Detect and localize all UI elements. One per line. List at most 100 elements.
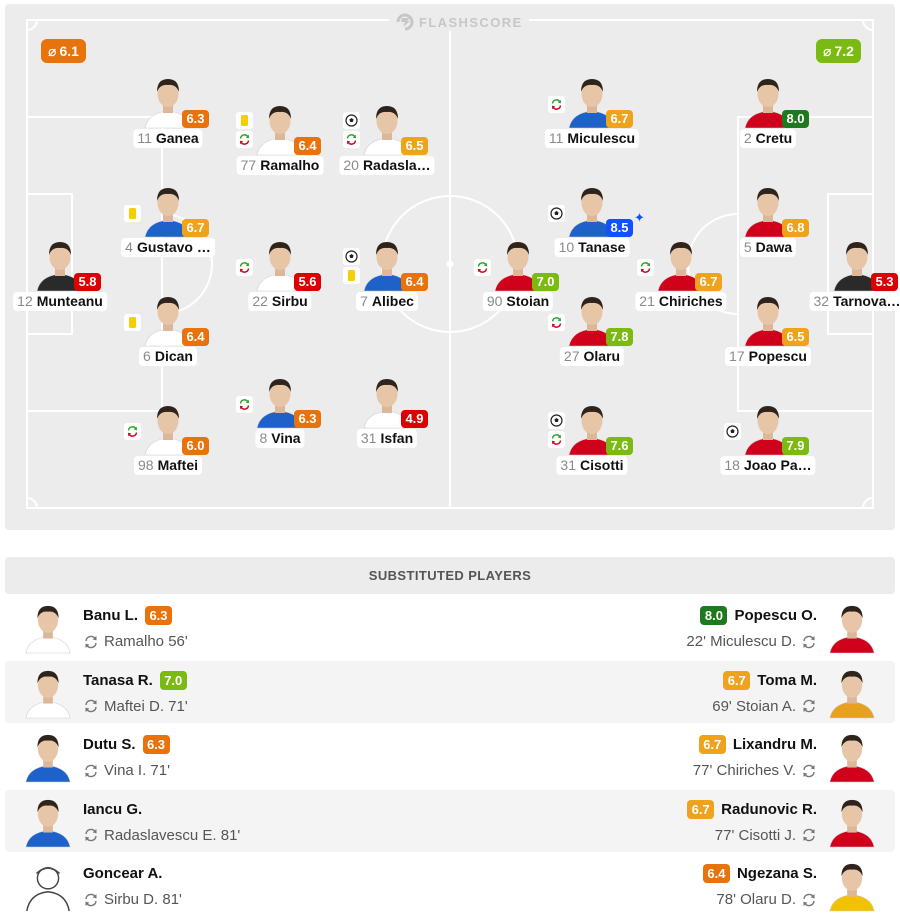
player-number: 2 xyxy=(743,130,752,146)
player-rating: 6.4 xyxy=(294,137,321,155)
yellow-card-icon xyxy=(124,314,141,331)
replaced-player-line: Vina I. 71' xyxy=(83,761,170,780)
player-label: 5 Dawa xyxy=(739,238,797,257)
player-rating: 5.6 xyxy=(294,273,321,291)
substitution-icon xyxy=(85,764,97,777)
replaced-player-line: 69' Stoian A. xyxy=(712,697,817,716)
home-substitute-5[interactable]: Goncear A. Sirbu D. 81' xyxy=(5,854,450,916)
brand-logo: FLASHSCORE xyxy=(389,13,529,31)
player-rating: 6.7 xyxy=(606,110,633,128)
player-label: 10 Tanase xyxy=(554,238,630,257)
away-substitute-5[interactable]: 6.4 Ngezana S. 78' Olaru D. xyxy=(450,854,895,916)
player-number: 11 xyxy=(548,130,564,146)
replaced-player: 77' Chiriches V. xyxy=(692,762,796,779)
player-name: Tanase xyxy=(578,239,626,255)
average-icon: ⌀ xyxy=(823,42,832,59)
replaced-player: 69' Stoian A. xyxy=(712,697,796,715)
home-substitute-2[interactable]: Tanasa R. 7.0 Maftei D. 71' xyxy=(5,661,450,723)
away-substitute-4[interactable]: 6.7 Radunovic R. 77' Cisotti J. xyxy=(450,790,895,852)
substitution-icon xyxy=(85,635,97,648)
player-name: Popescu xyxy=(748,348,807,364)
player-number: 18 xyxy=(724,457,740,473)
player-name: Cisotti xyxy=(580,457,624,473)
player-name: Dican xyxy=(154,348,193,364)
goal-icon xyxy=(548,412,565,429)
substitute-name: Popescu O. xyxy=(734,607,817,624)
substitute-rating: 7.0 xyxy=(159,670,187,690)
player-name: Dawa xyxy=(755,239,793,255)
player-number: 21 xyxy=(639,293,655,309)
replaced-player-line: 22' Miculescu D. xyxy=(686,632,817,651)
player-number: 5 xyxy=(743,239,752,255)
home-substitute-3[interactable]: Dutu S. 6.3 Vina I. 71' xyxy=(5,725,450,787)
player-number: 8 xyxy=(259,430,268,446)
substitute-rating: 6.7 xyxy=(723,670,751,690)
player-rating: 8.0 xyxy=(782,110,809,128)
player-number: 10 xyxy=(558,239,575,255)
substitute-name-line: 6.7 Lixandru M. xyxy=(698,735,817,754)
substitution-icon xyxy=(236,396,253,413)
substitution-icon xyxy=(236,259,253,276)
substitute-rating: 6.4 xyxy=(702,864,730,883)
away-average-value: 7.2 xyxy=(834,43,854,59)
player-rating: 6.4 xyxy=(182,328,209,346)
player-photo xyxy=(22,794,74,848)
substitute-name-line: Banu L. 6.3 xyxy=(83,606,172,625)
player-rating: 5.3 xyxy=(871,273,898,291)
substitute-name: Lixandru M. xyxy=(732,736,817,753)
goal-icon xyxy=(548,205,565,222)
best-player-star-icon: ✦ xyxy=(634,210,645,225)
player-label: 6 Dican xyxy=(139,347,197,366)
replaced-player-line: Ramalho 56' xyxy=(83,632,188,651)
player-name: Cretu xyxy=(755,130,793,146)
away-substitute-3[interactable]: 6.7 Lixandru M. 77' Chiriches V. xyxy=(450,725,895,787)
substitution-icon xyxy=(474,259,491,276)
replaced-player: Maftei D. 71' xyxy=(104,697,188,715)
player-name: Sirbu xyxy=(271,293,308,309)
substitution-icon xyxy=(236,131,253,148)
substitution-icon xyxy=(548,431,565,448)
player-rating: 6.0 xyxy=(182,437,209,455)
substitution-icon xyxy=(548,314,565,331)
substitute-rating: 6.3 xyxy=(145,606,172,625)
player-rating: 6.4 xyxy=(401,273,428,291)
player-label: 32 Tarnova… xyxy=(809,292,900,311)
replaced-player-line: Sirbu D. 81' xyxy=(83,890,182,909)
player-number: 12 xyxy=(17,293,33,309)
player-name: Joao Pa… xyxy=(743,457,812,473)
substitution-icon xyxy=(803,699,815,713)
player-photo xyxy=(826,665,878,719)
player-number: 22 xyxy=(252,293,268,309)
player-label: 7 Alibec xyxy=(356,292,418,311)
substitute-name-line: Dutu S. 6.3 xyxy=(83,735,170,754)
player-label: 22 Sirbu xyxy=(248,292,312,311)
flashscore-logo-icon xyxy=(396,13,414,31)
player-label: 77 Ramalho xyxy=(236,156,324,175)
substitute-row: Goncear A. Sirbu D. 81' 6.4 Ngezana S. 78' O… xyxy=(5,854,895,916)
player-label: 2 Cretu xyxy=(739,129,797,148)
home-substitute-1[interactable]: Banu L. 6.3 Ramalho 56' xyxy=(5,596,450,658)
player-number: 17 xyxy=(729,348,745,364)
player-number: 90 xyxy=(486,293,503,309)
player-number: 11 xyxy=(137,130,152,146)
yellow-card-icon xyxy=(236,112,253,129)
player-number: 98 xyxy=(137,457,154,473)
player-rating: 7.8 xyxy=(606,328,633,346)
player-name: Miculescu xyxy=(567,130,636,146)
substitute-name: Ngezana S. xyxy=(736,865,817,882)
substitute-name: Goncear A. xyxy=(83,865,163,882)
substitute-row: Iancu G. Radaslavescu E. 81' 6.7 Radunovic … xyxy=(5,789,895,852)
player-name: Vina xyxy=(271,430,301,446)
away-substitute-2[interactable]: 6.7 Toma M. 69' Stoian A. xyxy=(450,661,895,723)
substitution-icon xyxy=(343,131,360,148)
replaced-player: Sirbu D. 81' xyxy=(104,891,182,908)
substitute-name-line: 6.7 Radunovic R. xyxy=(687,799,817,819)
player-rating: 7.0 xyxy=(532,273,559,291)
player-rating: 7.9 xyxy=(782,437,809,455)
home-substitute-4[interactable]: Iancu G. Radaslavescu E. 81' xyxy=(5,790,450,852)
player-photo xyxy=(22,600,74,654)
yellow-card-icon xyxy=(124,205,141,222)
substitute-name-line: 6.7 Toma M. xyxy=(723,670,817,690)
away-substitute-1[interactable]: 8.0 Popescu O. 22' Miculescu D. xyxy=(450,596,895,658)
player-label: 20 Radasla… xyxy=(339,156,435,175)
